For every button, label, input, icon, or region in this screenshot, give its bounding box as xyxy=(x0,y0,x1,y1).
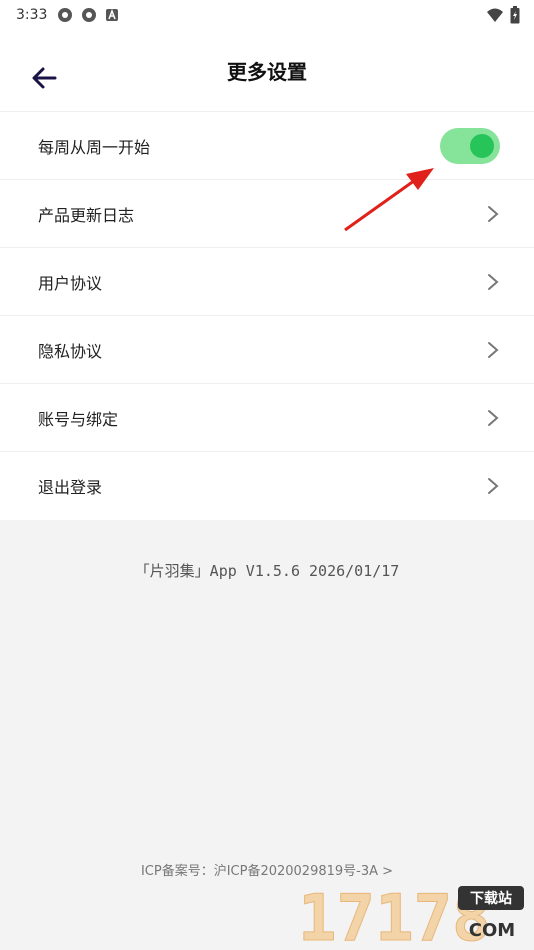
setting-logout[interactable]: 退出登录 xyxy=(0,452,534,520)
status-bar: 3:33 xyxy=(0,0,534,30)
wifi-icon xyxy=(487,8,503,22)
chevron-right-icon xyxy=(488,341,499,358)
setting-account-binding[interactable]: 账号与绑定 xyxy=(0,384,534,452)
setting-user-agreement[interactable]: 用户协议 xyxy=(0,248,534,316)
setting-label: 退出登录 xyxy=(38,478,103,497)
page-title: 更多设置 xyxy=(227,60,307,84)
chevron-right-icon xyxy=(488,478,499,494)
navigation-bar: 更多设置 xyxy=(0,30,534,112)
a-icon xyxy=(106,8,119,21)
status-icons-right xyxy=(486,6,520,24)
settings-list: 每周从周一开始 产品更新日志 用户协议 隐私协议 账号与绑定 退出登录 xyxy=(0,112,534,520)
status-time: 3:33 xyxy=(16,7,48,23)
battery-icon xyxy=(510,6,520,24)
app-icon-2 xyxy=(82,8,97,22)
arrow-left-icon[interactable] xyxy=(30,64,58,92)
week-start-label: 每周从周一开始 xyxy=(38,137,151,157)
setting-label: 用户协议 xyxy=(38,273,103,293)
watermark-badge: 下载站 xyxy=(470,890,512,907)
chevron-right-icon xyxy=(488,409,499,426)
setting-label: 隐私协议 xyxy=(38,341,103,361)
app-version: 「片羽集」App V1.5.6 2026/01/17 xyxy=(134,562,400,580)
chevron-right-icon xyxy=(488,273,499,290)
app-icon-1 xyxy=(58,8,73,22)
status-icons-left xyxy=(57,7,119,23)
setting-week-start: 每周从周一开始 xyxy=(0,112,534,180)
setting-changelog[interactable]: 产品更新日志 xyxy=(0,180,534,248)
top-area: 3:33 更多设置 xyxy=(0,0,534,112)
setting-label: 产品更新日志 xyxy=(38,205,135,225)
watermark-domain: COM xyxy=(469,920,515,941)
week-start-toggle[interactable] xyxy=(440,127,500,164)
setting-label: 账号与绑定 xyxy=(38,409,119,429)
toggle-knob xyxy=(470,133,494,158)
chevron-right-icon xyxy=(488,205,499,222)
icp-link[interactable]: ICP备案号：沪ICP备2020029819号-3A > xyxy=(0,860,534,879)
watermark-logo: 17178 下载站 COM xyxy=(298,884,524,946)
setting-privacy[interactable]: 隐私协议 xyxy=(0,316,534,384)
